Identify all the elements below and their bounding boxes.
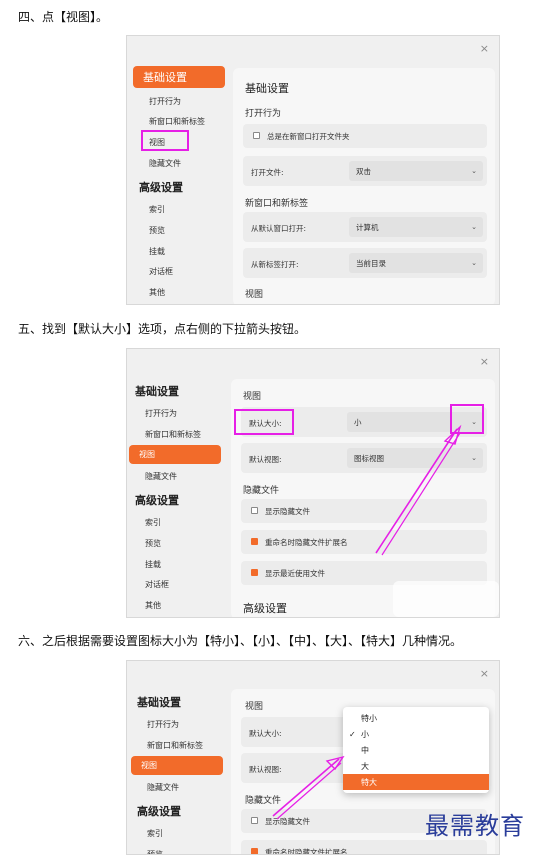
sidebar-item-basic-settings[interactable]: 基础设置 xyxy=(133,66,225,88)
sidebar-item-new-window-tab[interactable]: 新窗口和新标签 xyxy=(149,116,205,127)
setting-row: 打开文件: 双击 ⌄ xyxy=(243,156,487,186)
sidebar-item-preview[interactable]: 预览 xyxy=(149,225,165,236)
pointer-arrow xyxy=(375,424,462,556)
sidebar-item-hidden-files[interactable]: 隐藏文件 xyxy=(149,158,181,169)
setting-row: 总是在新窗口打开文件夹 xyxy=(243,124,487,148)
settings-window-2: × 基础设置 打开行为 新窗口和新标签 视图 隐藏文件 高级设置 索引 预览 挂… xyxy=(126,348,500,618)
chevron-down-icon: ⌄ xyxy=(471,167,477,175)
section-open-behavior: 打开行为 xyxy=(245,109,282,119)
settings-panel: 基础设置 打开行为 总是在新窗口打开文件夹 打开文件: 双击 ⌄ 新窗口和新标签… xyxy=(233,68,495,304)
watermark-logo: 最需教育 xyxy=(425,812,525,840)
default-window-select[interactable]: 计算机 ⌄ xyxy=(349,217,483,237)
section-new-window-tab: 新窗口和新标签 xyxy=(245,199,309,209)
new-tab-label: 从新标签打开: xyxy=(251,260,299,269)
sidebar-item-index[interactable]: 索引 xyxy=(149,204,165,215)
select-value: 当前目录 xyxy=(356,258,386,268)
setting-row: 从默认窗口打开: 计算机 ⌄ xyxy=(243,212,487,242)
new-tab-select[interactable]: 当前目录 ⌄ xyxy=(349,253,483,273)
settings-sidebar: 基础设置 打开行为 新窗口和新标签 视图 隐藏文件 高级设置 索引 预览 挂载 … xyxy=(127,36,227,304)
checkbox-label: 总是在新窗口打开文件夹 xyxy=(267,132,350,141)
section-view: 视图 xyxy=(245,290,264,300)
step-6-text: 六、之后根据需要设置图标大小为【特小】、【小】、【中】、【大】、【特大】几种情况… xyxy=(18,634,463,648)
step-5-text: 五、找到【默认大小】选项，点右侧的下拉箭头按钮。 xyxy=(18,322,307,336)
sidebar-item-dialog[interactable]: 对话框 xyxy=(149,266,173,277)
default-window-label: 从默认窗口打开: xyxy=(251,224,307,233)
step-4-text: 四、点【视图】。 xyxy=(18,10,109,24)
setting-row: 从新标签打开: 当前目录 ⌄ xyxy=(243,248,487,278)
highlight-box xyxy=(141,130,189,151)
settings-window-1: × 基础设置 打开行为 新窗口和新标签 视图 隐藏文件 高级设置 索引 预览 挂… xyxy=(126,35,500,305)
select-value: 双击 xyxy=(356,166,371,176)
open-file-label: 打开文件: xyxy=(251,168,284,177)
sidebar-item-open-behavior[interactable]: 打开行为 xyxy=(149,96,181,107)
sidebar-item-mount[interactable]: 挂载 xyxy=(149,246,165,257)
select-value: 计算机 xyxy=(356,222,379,232)
chevron-down-icon: ⌄ xyxy=(471,223,477,231)
open-file-select[interactable]: 双击 ⌄ xyxy=(349,161,483,181)
close-icon[interactable]: × xyxy=(480,42,489,55)
chevron-down-icon: ⌄ xyxy=(471,259,477,267)
sidebar-heading-advanced[interactable]: 高级设置 xyxy=(139,179,183,195)
checkbox-always-new-window[interactable] xyxy=(253,132,260,139)
sidebar-item-other[interactable]: 其他 xyxy=(149,287,165,298)
panel-title: 基础设置 xyxy=(245,82,289,95)
